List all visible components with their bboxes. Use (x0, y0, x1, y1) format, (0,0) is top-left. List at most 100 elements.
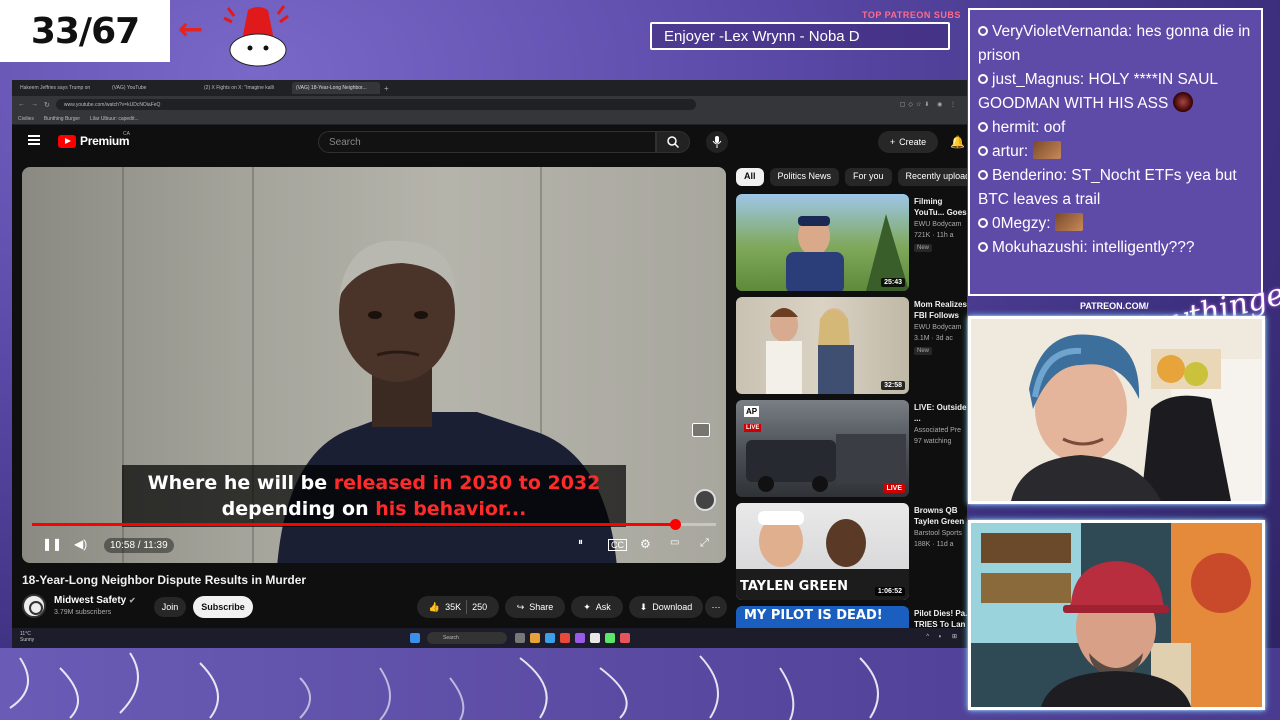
recommendation-item[interactable]: TAYLEN GREEN 1:06:52 Browns QB Taylen Gr… (736, 503, 967, 601)
recommendation-channel[interactable]: EWU Bodycam (914, 221, 961, 228)
bookmark-item[interactable]: Lilar Ulbuur: capedit... (90, 116, 139, 122)
captions-icon[interactable]: CC (608, 539, 627, 551)
chip-politics-news[interactable]: Politics News (769, 168, 840, 186)
chip-recently-uploaded[interactable]: Recently uploaded (897, 168, 967, 186)
chat-username: VeryVioletVernanda (992, 23, 1128, 40)
like-icon[interactable]: 👍 (429, 602, 440, 613)
system-tray-icons[interactable]: ^ ◐ ⊞ (926, 633, 961, 640)
windows-taskbar: 11°C Sunny Search ^ ◐ ⊞ (12, 628, 967, 648)
more-actions-icon[interactable]: ⋯ (705, 596, 727, 618)
ask-button[interactable]: ✦ Ask (571, 596, 623, 618)
share-button[interactable]: ↪ Share (505, 596, 565, 618)
chip-for-you[interactable]: For you (845, 168, 892, 186)
forward-icon[interactable]: → (31, 101, 38, 108)
chrome-icon[interactable] (590, 633, 600, 643)
plus-icon: + (889, 137, 896, 147)
weather-widget[interactable]: 11°C Sunny (20, 631, 34, 643)
back-icon[interactable]: ← (18, 101, 25, 108)
divider (466, 600, 468, 614)
time-display: 10:58 / 11:39 (104, 538, 174, 553)
channel-avatar[interactable] (22, 594, 46, 618)
browser-tab-active[interactable]: (VAG) 18-Year-Long Neighbor... (292, 82, 380, 94)
recommendation-item[interactable]: AP LIVE LIVE LIVE: Outside ... correspon… (736, 400, 966, 498)
task-view-icon[interactable] (515, 633, 525, 643)
chat-badge-icon (978, 242, 988, 252)
fullscreen-icon[interactable]: ⤢ (700, 537, 709, 550)
tab-bar: Hakeem Jeffries says Trump on (VAG) YouT… (12, 80, 967, 96)
video-thumbnail[interactable]: MY PILOT IS DEAD! (736, 606, 909, 628)
like-count[interactable]: 35K (445, 602, 461, 612)
browser-tab[interactable]: Hakeem Jeffries says Trump on (16, 82, 104, 94)
bookmark-item[interactable]: Civilies (18, 116, 34, 122)
recommendation-title[interactable]: LIVE: Outside ... correspondent (914, 402, 967, 424)
new-tab-icon[interactable]: + (384, 84, 389, 93)
recommendation-meta: 188K · 11d a (914, 541, 954, 548)
subscribe-button[interactable]: Subscribe (193, 596, 253, 618)
url-field[interactable]: www.youtube.com/watch?v=kUDcNOiaFeQ (55, 99, 696, 110)
webcam-image (971, 319, 1262, 501)
recommendation-channel[interactable]: EWU Bodycam (914, 324, 961, 331)
video-thumbnail[interactable]: TAYLEN GREEN 1:06:52 (736, 503, 909, 600)
settings-gear-icon[interactable]: ⚙ (640, 537, 651, 551)
webcam-streamer (968, 316, 1265, 504)
pause-icon[interactable]: ❚❚ (42, 537, 62, 551)
channel-name[interactable]: Midwest Safety ✔ (54, 595, 136, 606)
taskbar-search[interactable]: Search (427, 632, 507, 644)
file-explorer-icon[interactable] (530, 633, 540, 643)
recommendation-item[interactable]: 25:43 Filming YouTu... Goes Wrong... EWU… (736, 194, 967, 292)
recommendation-title[interactable]: Filming YouTu... Goes Wrong... (914, 196, 967, 218)
video-player[interactable]: Where he will be released in 2030 to 203… (22, 167, 726, 563)
recommendation-item[interactable]: MY PILOT IS DEAD! Pilot Dies! Pa... TRIE… (736, 606, 967, 630)
share-icon: ↪ (516, 601, 525, 612)
recommendation-channel[interactable]: Associated Pre (914, 427, 961, 434)
bookmark-item[interactable]: Bunthing Burger (44, 116, 80, 122)
recommendation-title[interactable]: Mom Realizes FBI Follows Her S (914, 299, 967, 321)
video-thumbnail[interactable]: 32:58 (736, 297, 909, 394)
miniplayer-icon[interactable] (692, 423, 710, 437)
browser-tab[interactable]: (2) X Fights on X: "Imagine kalli (200, 82, 288, 94)
recommendation-title[interactable]: Pilot Dies! Pa... TRIES To Lan (914, 608, 967, 630)
video-thumbnail[interactable]: AP LIVE LIVE (736, 400, 909, 497)
verified-icon: ✔ (129, 596, 136, 605)
progress-bar[interactable] (32, 519, 716, 530)
menu-icon[interactable] (28, 135, 40, 145)
create-button[interactable]: + Create (878, 131, 938, 153)
search-button[interactable] (656, 131, 690, 153)
recommendation-meta: 97 watching (914, 438, 952, 445)
youtube-play-icon (58, 134, 76, 148)
voice-search-button[interactable] (706, 131, 728, 153)
youtube-brand: Premium (80, 134, 130, 148)
chat-username: artur (992, 143, 1024, 160)
browser-tab[interactable]: (VAG) YouTube (108, 82, 196, 94)
caption-line-2: depending on his behavior... (222, 496, 527, 522)
chat-badge-icon (978, 170, 988, 180)
autoplay-toggle-icon[interactable]: ⏸ (578, 537, 583, 548)
chat-badge-icon (978, 146, 988, 156)
app-icon[interactable] (575, 633, 585, 643)
download-button[interactable]: ⬇ Download (629, 596, 703, 618)
recommendation-item[interactable]: 32:58 Mom Realizes FBI Follows Her S EWU… (736, 297, 967, 395)
theater-mode-icon[interactable]: ▭ (670, 537, 679, 548)
recommendation-channel[interactable]: Barstool Sports (914, 530, 962, 537)
youtube-logo[interactable]: Premium (58, 134, 130, 148)
video-thumbnail[interactable]: 25:43 (736, 194, 909, 291)
notifications-bell-icon[interactable]: 🔔 (950, 135, 965, 149)
edge-icon[interactable] (545, 633, 555, 643)
start-icon[interactable] (410, 633, 420, 643)
comment-count[interactable]: 250 (472, 602, 487, 612)
app-icon[interactable] (620, 633, 630, 643)
app-icon[interactable] (605, 633, 615, 643)
volume-icon[interactable]: ◀) (74, 537, 87, 551)
live-thumb-label: LIVE (744, 424, 762, 432)
search-input[interactable]: Search (318, 131, 656, 153)
extension-icons[interactable]: ▢◇☆⬇ ◉ ⋮ (900, 101, 967, 108)
recommendation-title[interactable]: Browns QB Taylen Green | Gruden's QB (914, 505, 967, 527)
reload-icon[interactable]: ↻ (44, 101, 50, 109)
video-duration: 1:06:52 (874, 587, 905, 596)
new-badge: New (914, 244, 933, 252)
join-button[interactable]: Join (154, 597, 186, 617)
app-icon[interactable] (560, 633, 570, 643)
scrubber-handle[interactable] (669, 519, 681, 530)
chip-all[interactable]: All (736, 168, 764, 186)
thumbnail-text: TAYLEN GREEN (740, 579, 848, 594)
